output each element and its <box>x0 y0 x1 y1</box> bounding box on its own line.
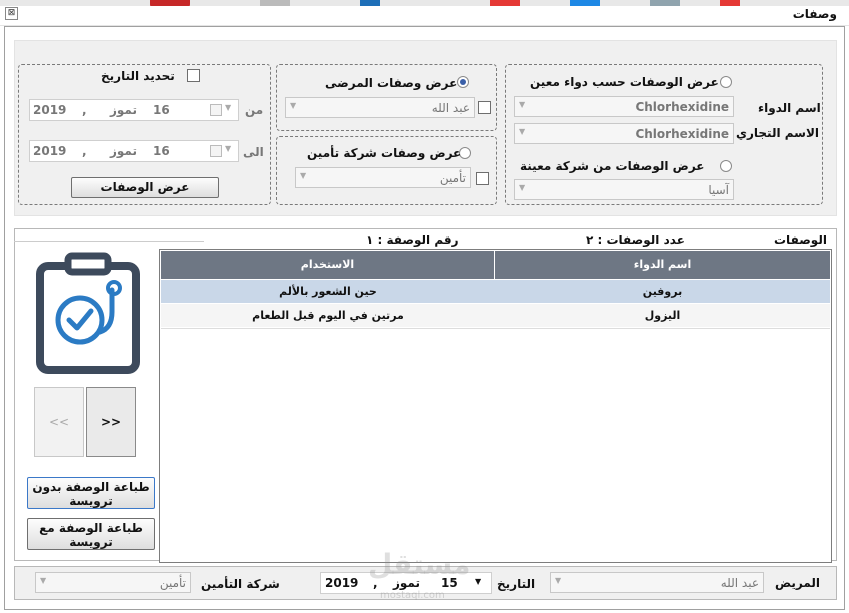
table-cell-drug: بروفين <box>642 285 683 298</box>
prescription-count: عدد الوصفات : ٢ <box>586 233 685 247</box>
prescription-number: رقم الوصفة : ١ <box>366 233 459 247</box>
patient-label: المريض <box>775 576 821 590</box>
insurance-company-field[interactable]: تأمين ▼ <box>35 572 191 593</box>
print-without-header-button[interactable]: طباعة الوصفة بدون ترويسة <box>27 477 155 509</box>
patient-combo[interactable]: عبد الله ▼ <box>285 97 475 118</box>
chevron-down-icon[interactable]: ▼ <box>225 103 231 112</box>
window-title: وصفات <box>792 7 837 21</box>
row-divider <box>161 328 830 329</box>
from-sep: , <box>82 103 87 117</box>
to-day: 16 <box>153 144 170 158</box>
insurance-radio-label: عرض وصفات شركة تأمين <box>307 146 462 160</box>
to-month: تموز <box>110 144 137 158</box>
drug-name-label: اسم الدواء <box>758 101 821 115</box>
close-icon[interactable]: ⊠ <box>5 7 18 20</box>
table-row[interactable]: اليزول مرتين في اليوم قبل الطعام <box>161 304 830 327</box>
watermark: مستقل <box>368 548 471 581</box>
from-label: من <box>245 103 264 117</box>
insurance-company-label: شركة التأمين <box>201 577 280 591</box>
date-filter-checkbox[interactable] <box>187 69 200 82</box>
company-radio-label: عرض الوصفات من شركة معينة <box>520 159 705 173</box>
column-header-drug[interactable]: اسم الدواء <box>495 251 830 279</box>
from-month: تموز <box>110 103 137 117</box>
to-date-picker[interactable]: 2019 , تموز 16 ▼ <box>29 140 239 162</box>
drug-radio-label: عرض الوصفات حسب دواء معين <box>530 75 719 89</box>
prev-prescription-button[interactable]: << <box>34 387 84 457</box>
insurance-combo[interactable]: تأمين ▼ <box>295 167 471 188</box>
from-day: 16 <box>153 103 170 117</box>
print-with-header-button[interactable]: طباعة الوصفة مع ترويسة <box>27 518 155 550</box>
chevron-down-icon[interactable]: ▼ <box>475 577 481 586</box>
company-combo-value: آسيا <box>708 183 729 197</box>
drug-filter-group: عرض الوصفات حسب دواء معين اسم الدواء Chl… <box>505 64 823 205</box>
to-label: الى <box>243 145 264 159</box>
chevron-down-icon[interactable]: ▼ <box>300 171 306 180</box>
patient-checkbox[interactable] <box>478 101 491 114</box>
table-row[interactable]: بروفين حين الشعور بالألم <box>161 280 830 303</box>
chevron-down-icon[interactable]: ▼ <box>40 576 46 585</box>
drug-name-value: Chlorhexidine <box>635 100 729 114</box>
title-bar: ⊠ وصفات <box>0 6 849 26</box>
date-filter-label: تحديد التاريخ <box>101 69 175 83</box>
footer-year: 2019 <box>325 576 359 590</box>
insurance-company-value: تأمين <box>159 576 186 590</box>
from-year: 2019 <box>33 103 67 117</box>
from-date-picker[interactable]: 2019 , تموز 16 ▼ <box>29 99 239 121</box>
prescription-items-table: اسم الدواء الاستخدام بروفين حين الشعور ب… <box>159 249 832 563</box>
table-cell-usage: حين الشعور بالألم <box>279 285 377 298</box>
to-year: 2019 <box>33 144 67 158</box>
company-radio[interactable] <box>720 160 732 172</box>
company-combo[interactable]: آسيا ▼ <box>514 179 734 200</box>
trade-name-value: Chlorhexidine <box>635 127 729 141</box>
insurance-checkbox[interactable] <box>476 172 489 185</box>
patient-field-value: عبد الله <box>720 576 759 590</box>
patient-radio[interactable] <box>457 76 469 88</box>
chevron-down-icon[interactable]: ▼ <box>519 183 525 192</box>
date-label: التاريخ <box>497 577 536 591</box>
patient-field[interactable]: عبد الله ▼ <box>550 572 764 593</box>
chevron-down-icon[interactable]: ▼ <box>555 576 561 585</box>
patient-filter-group: عرض وصفات المرضى عبد الله ▼ <box>276 64 497 131</box>
chevron-down-icon[interactable]: ▼ <box>519 127 525 136</box>
prescriptions-section-label: الوصفات <box>774 233 827 247</box>
drug-radio[interactable] <box>720 76 732 88</box>
next-prescription-button[interactable]: >> <box>86 387 136 457</box>
insurance-combo-value: تأمين <box>439 171 466 185</box>
clipboard-check-icon <box>30 252 146 376</box>
chevron-down-icon[interactable]: ▼ <box>225 144 231 153</box>
patient-radio-label: عرض وصفات المرضى <box>325 76 458 90</box>
drug-name-combo[interactable]: Chlorhexidine ▼ <box>514 96 734 117</box>
divider <box>14 241 204 242</box>
prescriptions-info-bar: الوصفات عدد الوصفات : ٢ رقم الوصفة : ١ <box>14 231 837 249</box>
table-cell-drug: اليزول <box>644 309 681 322</box>
chevron-down-icon[interactable]: ▼ <box>519 100 525 109</box>
to-date-checkbox[interactable] <box>210 145 222 157</box>
chevron-down-icon[interactable]: ▼ <box>290 101 296 110</box>
trade-name-combo[interactable]: Chlorhexidine ▼ <box>514 123 734 144</box>
to-sep: , <box>82 144 87 158</box>
date-filter-group: تحديد التاريخ من 2019 , تموز 16 ▼ الى 20… <box>18 64 271 205</box>
from-date-checkbox[interactable] <box>210 104 222 116</box>
trade-name-label: الاسم التجاري <box>736 126 820 140</box>
show-prescriptions-button[interactable]: عرض الوصفات <box>71 177 219 198</box>
table-cell-usage: مرتين في اليوم قبل الطعام <box>252 309 404 322</box>
watermark-sub: mostaql.com <box>380 590 445 601</box>
column-header-usage[interactable]: الاستخدام <box>161 251 494 279</box>
patient-combo-value: عبد الله <box>431 101 470 115</box>
insurance-filter-group: عرض وصفات شركة تأمين تأمين ▼ <box>276 136 497 205</box>
